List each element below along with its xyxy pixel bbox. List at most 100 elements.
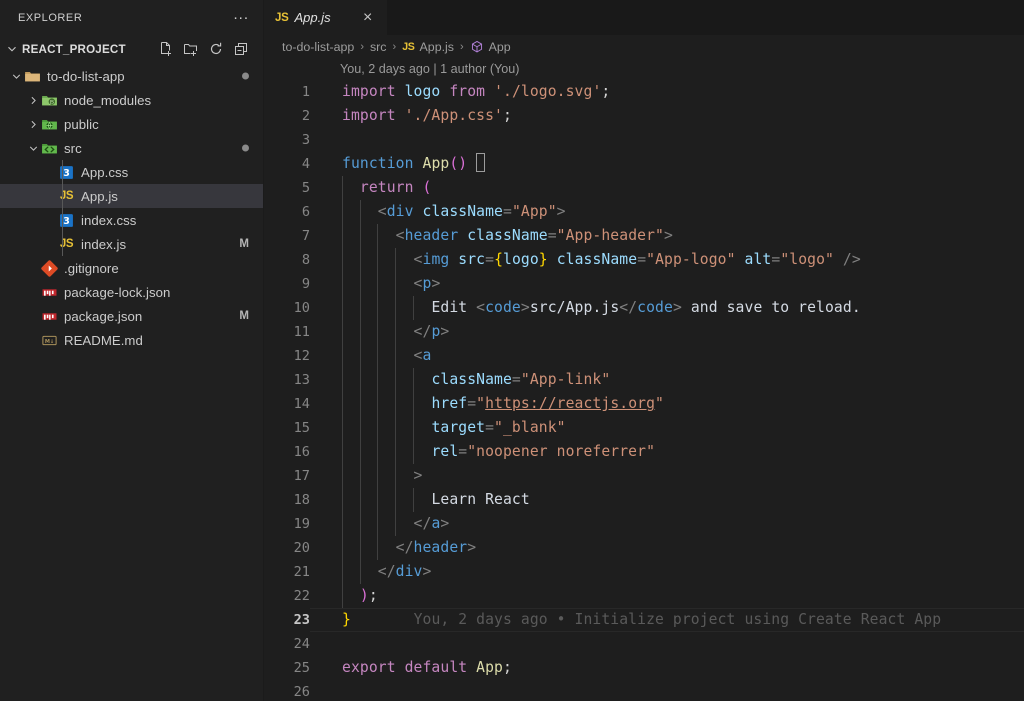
code-line[interactable]: 8 <img src={logo} className="App-logo" a… [264, 248, 1024, 272]
tree-item-label: README.md [64, 332, 143, 348]
code-line-content: export default App; [342, 659, 512, 676]
collapse-all-icon[interactable] [233, 41, 249, 57]
line-number: 17 [293, 468, 310, 484]
code-line[interactable]: 16 rel="noopener noreferrer" [264, 440, 1024, 464]
line-number: 10 [293, 300, 310, 316]
tree-item-public[interactable]: public [0, 112, 263, 136]
line-number: 22 [293, 588, 310, 604]
folder-open-icon [24, 68, 41, 85]
git-file-icon [41, 259, 58, 277]
code-line[interactable]: 10 Edit <code>src/App.js</code> and save… [264, 296, 1024, 320]
tree-item-label: to-do-list-app [47, 68, 125, 84]
code-line[interactable]: 22 ); [264, 584, 1024, 608]
indent-guide [394, 488, 396, 512]
explorer-more-actions-button[interactable]: ... [227, 7, 255, 28]
js-file-icon: JS [275, 11, 289, 24]
refresh-icon[interactable] [208, 41, 224, 57]
code-line[interactable]: 12 <a [264, 344, 1024, 368]
breadcrumb-separator: › [360, 40, 364, 53]
breadcrumb-item-file[interactable]: App.js [420, 40, 454, 54]
code-line[interactable]: 6 <div className="App"> [264, 200, 1024, 224]
code-line[interactable]: 18 Learn React [264, 488, 1024, 512]
code-line[interactable]: 14 href="https://reactjs.org" [264, 392, 1024, 416]
tree-item-index-css[interactable]: 3 index.css [0, 208, 263, 232]
line-number: 14 [293, 396, 310, 412]
indent-guide [342, 416, 343, 440]
workspace-root-row[interactable]: REACT_PROJECT [0, 37, 263, 61]
code-line[interactable]: 7 <header className="App-header"> [264, 224, 1024, 248]
code-editor[interactable]: 1 import logo from './logo.svg'; 2 import '… [264, 80, 1024, 701]
line-number: 26 [293, 684, 310, 700]
chevron-right-icon[interactable] [25, 116, 41, 132]
git-modified-badge: M [239, 310, 249, 322]
tree-item-readme-md[interactable]: M↓ README.md [0, 328, 263, 352]
indent-guide [359, 416, 361, 440]
indent-guide [394, 272, 396, 296]
code-line[interactable]: 3 [264, 128, 1024, 152]
workspace-root-label: REACT_PROJECT [22, 42, 126, 56]
tree-item-label: index.js [81, 236, 127, 252]
indent-guide [377, 272, 379, 296]
code-line[interactable]: 19 </a> [264, 512, 1024, 536]
indent-guide [342, 248, 343, 272]
indent-guide [377, 392, 379, 416]
code-line[interactable]: 11 </p> [264, 320, 1024, 344]
code-line-content: href="https://reactjs.org" [431, 395, 664, 412]
breadcrumb-item-src[interactable]: src [370, 40, 387, 54]
code-line[interactable]: 2 import './App.css'; [264, 104, 1024, 128]
code-line[interactable]: 4 function App() [264, 152, 1024, 176]
code-line[interactable]: 17 > [264, 464, 1024, 488]
tree-item-label: App.js [81, 188, 118, 204]
breadcrumb-item-symbol[interactable]: App [489, 40, 511, 54]
tab-app-js[interactable]: JS App.js × [264, 0, 388, 35]
code-line[interactable]: 13 className="App-link" [264, 368, 1024, 392]
chevron-right-icon[interactable] [25, 92, 41, 108]
tree-item-app-js[interactable]: JS App.js [0, 184, 263, 208]
indent-guide [359, 248, 361, 272]
line-number: 20 [293, 540, 310, 556]
code-line[interactable]: 1 import logo from './logo.svg'; [264, 80, 1024, 104]
tree-item-package-json[interactable]: package.json M [0, 304, 263, 328]
indent-guide [359, 320, 361, 344]
new-folder-icon[interactable] [183, 41, 199, 57]
code-line[interactable]: 15 target="_blank" [264, 416, 1024, 440]
folder-node-icon: JS [41, 92, 58, 109]
chevron-down-icon[interactable] [4, 41, 20, 57]
vscode-window: EXPLORER ... REACT_PROJECT to-do-list-ap… [0, 0, 1024, 701]
indent-guide [342, 536, 343, 560]
code-line[interactable]: 21 </div> [264, 560, 1024, 584]
tree-item-package-lock-json[interactable]: package-lock.json [0, 280, 263, 304]
tree-item-node-modules[interactable]: JS node_modules [0, 88, 263, 112]
indent-guide [342, 392, 343, 416]
tree-item-src[interactable]: src [0, 136, 263, 160]
breadcrumb: to-do-list-app › src › JS App.js › App [264, 35, 1024, 58]
tree-item-to-do-list-app[interactable]: to-do-list-app [0, 64, 263, 88]
tree-item-index-js[interactable]: JS index.js M [0, 232, 263, 256]
line-number: 13 [293, 372, 310, 388]
indent-guide [377, 344, 379, 368]
indent-guide [359, 440, 361, 464]
chevron-down-icon[interactable] [25, 140, 41, 156]
indent-guide [359, 464, 361, 488]
code-line[interactable]: 23} You, 2 days ago • Initialize project… [264, 608, 1024, 632]
indent-guide [342, 176, 343, 200]
new-file-icon[interactable] [158, 41, 174, 57]
indent-guide [342, 512, 343, 536]
code-line[interactable]: 5 return ( [264, 176, 1024, 200]
code-line[interactable]: 20 </header> [264, 536, 1024, 560]
code-line-content: </header> [395, 539, 477, 556]
close-icon[interactable]: × [359, 9, 377, 27]
tree-item-app-css[interactable]: 3 App.css [0, 160, 263, 184]
svg-text:3: 3 [63, 167, 70, 178]
code-line[interactable]: 24 [264, 632, 1024, 656]
indent-guide [394, 440, 396, 464]
indent-guide [394, 296, 396, 320]
chevron-down-icon[interactable] [8, 68, 24, 84]
code-line[interactable]: 9 <p> [264, 272, 1024, 296]
tree-item--gitignore[interactable]: .gitignore [0, 256, 263, 280]
breadcrumb-item-folder[interactable]: to-do-list-app [282, 40, 354, 54]
code-line[interactable]: 25 export default App; [264, 656, 1024, 680]
indent-guide [394, 248, 396, 272]
code-line[interactable]: 26 [264, 680, 1024, 701]
